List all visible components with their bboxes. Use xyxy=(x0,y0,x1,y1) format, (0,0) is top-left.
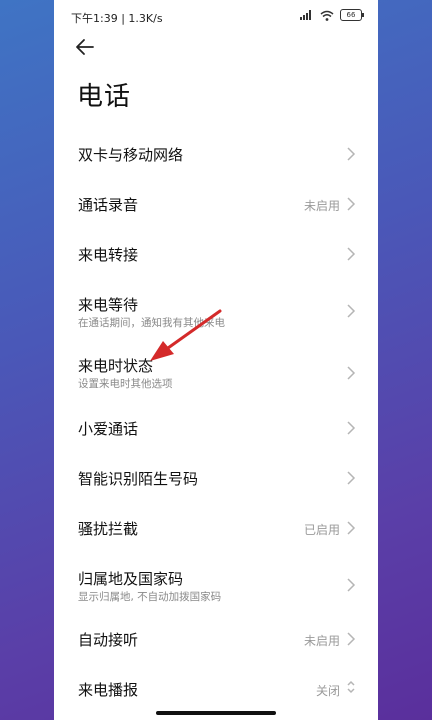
chevron-right-icon xyxy=(347,147,356,161)
setting-title: 归属地及国家码 xyxy=(78,570,184,588)
setting-value: 未启用 xyxy=(303,634,340,648)
battery-icon: 66 xyxy=(340,9,364,21)
setting-title: 来电时状态 xyxy=(78,357,154,375)
chevron-right-icon xyxy=(347,578,356,592)
setting-call-recording[interactable]: 通话录音 未启用 xyxy=(54,184,378,234)
page-title: 电话 xyxy=(77,82,132,112)
chevron-up-down-icon xyxy=(347,680,355,694)
chevron-right-icon xyxy=(347,471,356,485)
setting-title: 智能识别陌生号码 xyxy=(78,470,199,488)
setting-title: 骚扰拦截 xyxy=(78,520,139,538)
setting-dual-sim[interactable]: 双卡与移动网络 xyxy=(54,122,378,184)
setting-call-forwarding[interactable]: 来电转接 xyxy=(54,234,378,284)
chevron-right-icon xyxy=(347,197,356,211)
chevron-right-icon xyxy=(347,304,356,318)
setting-subtitle: 显示归属地, 不自动加拨国家码 xyxy=(78,591,222,603)
setting-incoming-call-status[interactable]: 来电时状态 设置来电时其他选项 xyxy=(54,346,378,408)
phone-screen: 下午1:39 | 1.3K/s 66 电话 双卡与移动网络 通话录音 未启用 来… xyxy=(54,0,378,720)
setting-title: 自动接听 xyxy=(78,631,139,649)
setting-value: 未启用 xyxy=(303,199,340,213)
setting-location-country-code[interactable]: 归属地及国家码 显示归属地, 不自动加拨国家码 xyxy=(54,558,378,620)
setting-auto-answer[interactable]: 自动接听 未启用 xyxy=(54,620,378,670)
setting-unknown-number-id[interactable]: 智能识别陌生号码 xyxy=(54,458,378,508)
chevron-right-icon xyxy=(347,632,356,646)
back-arrow-icon xyxy=(76,39,94,55)
setting-spam-blocking[interactable]: 骚扰拦截 已启用 xyxy=(54,508,378,558)
chevron-right-icon xyxy=(347,366,356,380)
chevron-right-icon xyxy=(347,521,356,535)
setting-title: 来电转接 xyxy=(78,246,139,264)
back-button[interactable] xyxy=(74,36,102,62)
setting-title: 双卡与移动网络 xyxy=(78,146,184,164)
status-time: 下午1:39 | 1.3K/s xyxy=(71,12,163,25)
chevron-right-icon xyxy=(347,247,356,261)
status-bar: 下午1:39 | 1.3K/s 66 xyxy=(54,0,378,34)
chevron-right-icon xyxy=(347,421,356,435)
setting-value: 关闭 xyxy=(315,684,340,698)
setting-xiaoai-call[interactable]: 小爱通话 xyxy=(54,408,378,458)
setting-title: 通话录音 xyxy=(78,196,139,214)
setting-title: 来电等待 xyxy=(78,296,139,314)
signal-icon xyxy=(300,10,311,20)
status-icons: 66 xyxy=(300,9,364,21)
setting-title: 来电播报 xyxy=(78,681,139,699)
settings-list: 双卡与移动网络 通话录音 未启用 来电转接 来电等待 在通话期间，通知我有其他来… xyxy=(54,122,378,720)
setting-title: 小爱通话 xyxy=(78,420,139,438)
setting-subtitle: 在通话期间，通知我有其他来电 xyxy=(78,317,225,329)
wifi-icon xyxy=(320,10,334,21)
setting-value: 已启用 xyxy=(303,523,340,537)
setting-call-waiting[interactable]: 来电等待 在通话期间，通知我有其他来电 xyxy=(54,284,378,346)
home-indicator[interactable] xyxy=(156,711,276,715)
setting-subtitle: 设置来电时其他选项 xyxy=(78,378,173,390)
